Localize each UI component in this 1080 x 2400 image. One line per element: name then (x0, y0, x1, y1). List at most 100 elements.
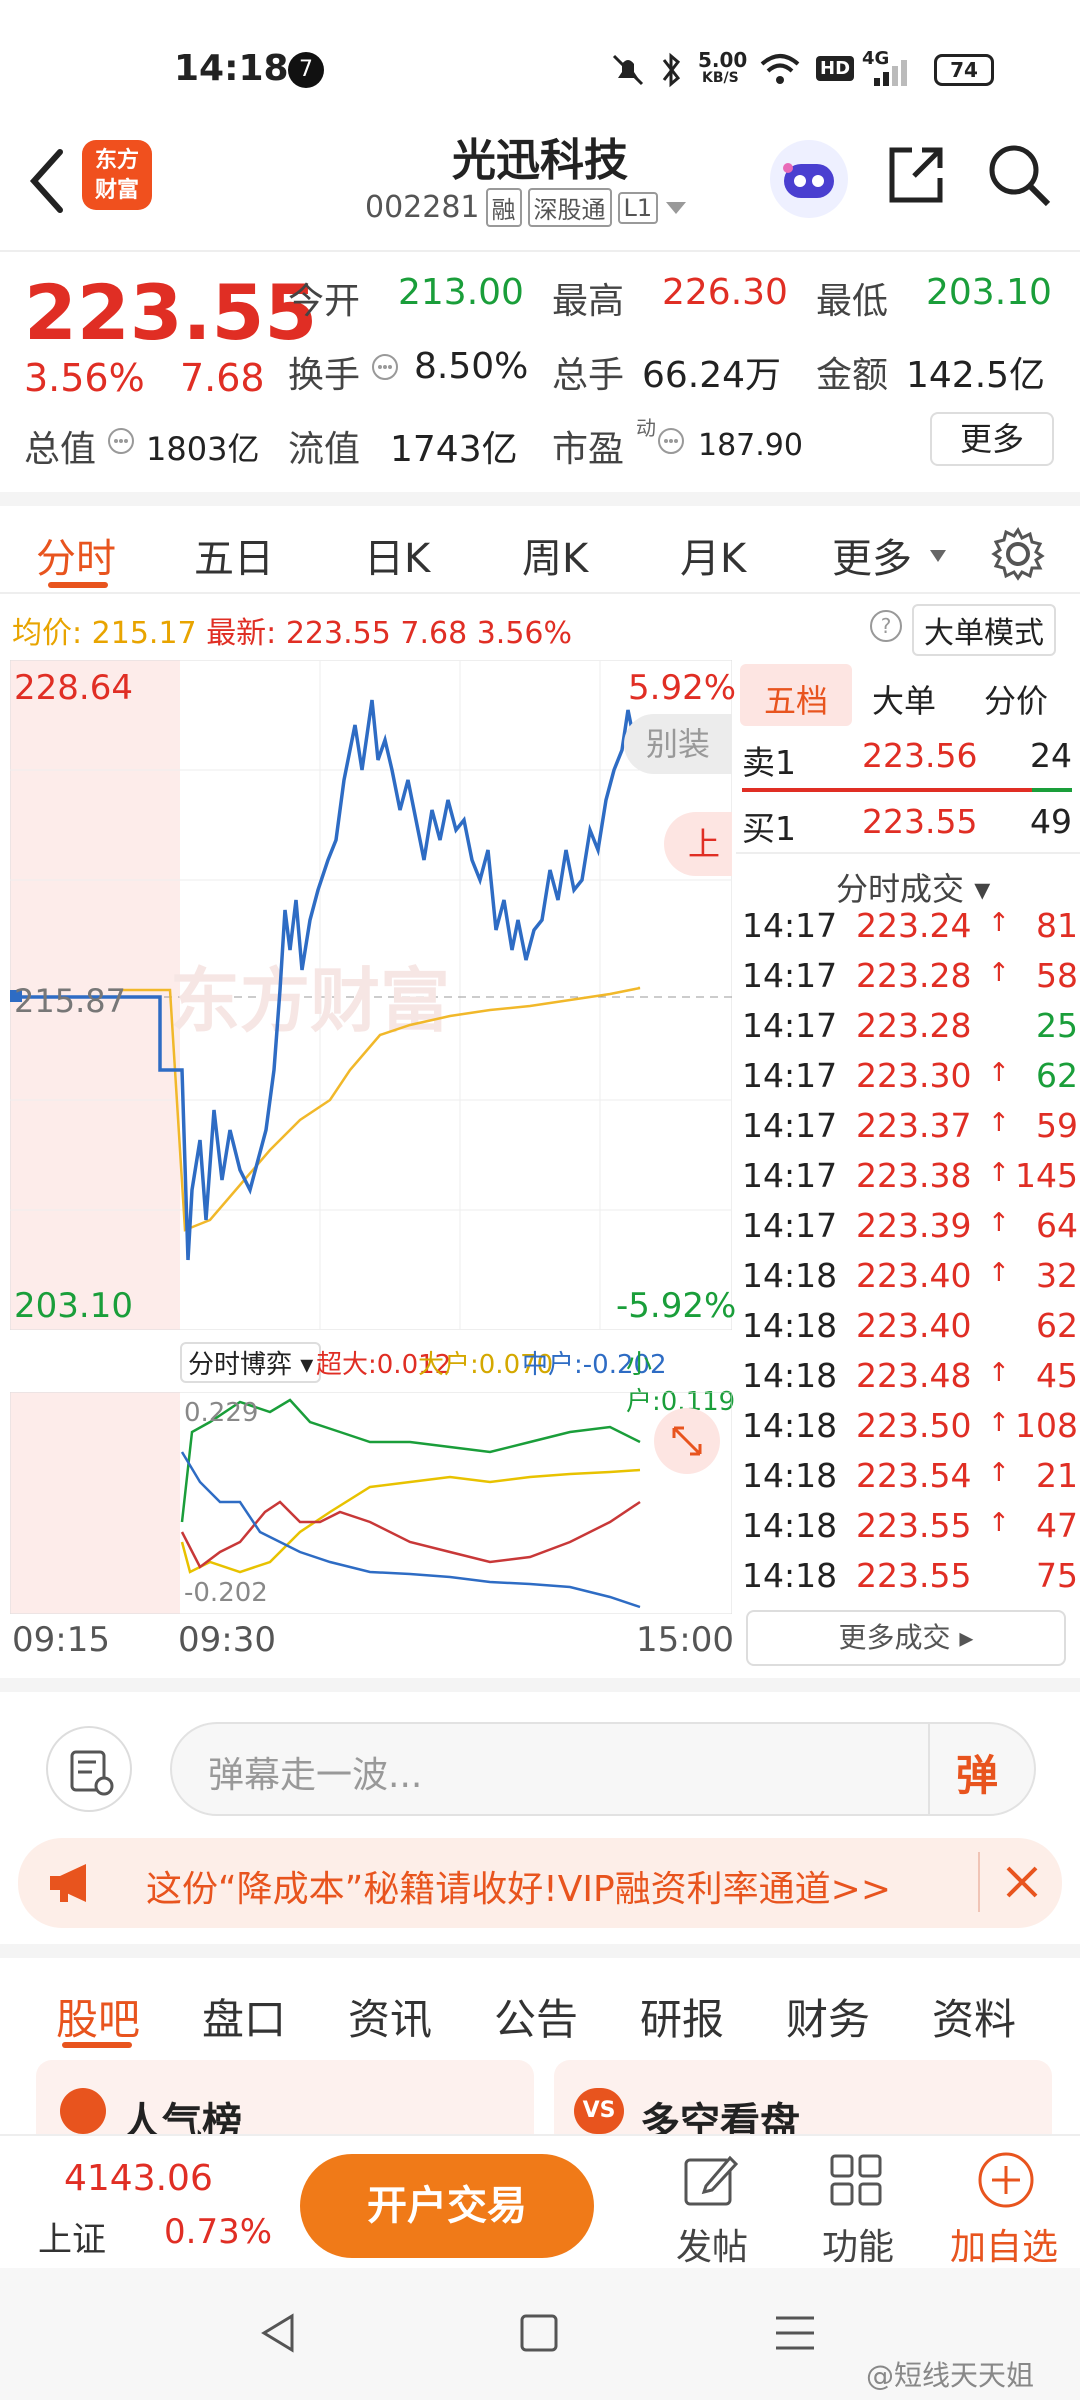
active-tab-indicator (48, 582, 108, 588)
tab-profile[interactable]: 资料 (932, 1986, 1016, 2047)
danmu-settings-icon[interactable] (46, 1726, 132, 1812)
trades-header[interactable]: 分时成交 ▾ (836, 864, 990, 910)
chart-bottom-pct: -5.92% (616, 1286, 737, 1326)
pe-dynamic-sup: 动 (636, 416, 656, 440)
more-trades-button[interactable]: 更多成交 ▸ (746, 1610, 1066, 1666)
trade-price: 223.55 (856, 1556, 972, 1595)
up-arrow-icon: ↑ (988, 1458, 1010, 1488)
trade-price: 223.50 (856, 1406, 972, 1445)
trade-row: 14:18 223.48 ↑ 45 (742, 1356, 1078, 1406)
functions-button[interactable]: 功能 (806, 2146, 906, 2268)
latest-change: 7.68 (400, 616, 468, 651)
tab-announcements[interactable]: 公告 (494, 1986, 578, 2047)
trade-row: 14:17 223.24 ↑ 81 (742, 906, 1078, 956)
trade-price: 223.40 (856, 1256, 972, 1295)
flow-mode-selector[interactable]: 分时博弈 ▾ (180, 1342, 322, 1383)
trade-time: 14:18 (742, 1306, 838, 1345)
trade-row: 14:18 223.40 ↑ 32 (742, 1256, 1078, 1306)
floating-up-tag[interactable]: 上 (664, 812, 732, 876)
close-icon[interactable] (1002, 1862, 1042, 1902)
tab-weekly-k[interactable]: 周K (522, 526, 588, 584)
info-dots-icon[interactable] (106, 426, 136, 456)
chart-mid-price: 215.87 (14, 982, 126, 1020)
bluetooth-icon (662, 52, 681, 88)
tab-stock-bar[interactable]: 股吧 (56, 1986, 140, 2047)
time-open-pre: 09:15 (12, 1620, 110, 1660)
popularity-card[interactable]: 人气榜 (36, 2060, 534, 2146)
time-close: 15:00 (636, 1620, 734, 1660)
tab-price-dist[interactable]: 分价 (984, 676, 1048, 722)
nav-back-icon[interactable] (254, 2308, 304, 2358)
add-watchlist-label: 加自选 (950, 2227, 1059, 2268)
trade-row: 14:17 223.28 25 (742, 1006, 1078, 1056)
big-flow-line (180, 1468, 641, 1574)
tab-five-day[interactable]: 五日 (194, 526, 274, 584)
community-tabs: 股吧 盘口 资讯 公告 研报 财务 资料 (0, 1944, 1080, 2054)
latest-value: 223.55 (285, 616, 391, 651)
help-icon[interactable]: ? (868, 608, 904, 644)
nav-menu-icon[interactable] (770, 2308, 820, 2358)
tab-intraday[interactable]: 分时 (36, 526, 116, 584)
float-cap-value: 1743亿 (390, 429, 518, 470)
ai-assistant-icon[interactable] (770, 140, 848, 218)
bid-label: 买1 (742, 809, 796, 848)
trade-time: 14:18 (742, 1506, 838, 1545)
flow-chart[interactable]: 0.229 -0.202 (9, 1391, 733, 1615)
time-axis: 09:15 09:30 15:00 (10, 1616, 734, 1666)
big-label: 大户: (418, 1350, 479, 1380)
dropdown-triangle-icon (666, 201, 687, 214)
trade-row: 14:17 223.28 ↑ 58 (742, 956, 1078, 1006)
trade-time: 14:17 (742, 1206, 838, 1245)
danmu-send-button[interactable]: 弹 (956, 1742, 998, 1803)
nav-home-icon[interactable] (514, 2308, 564, 2358)
trade-row: 14:17 223.38 ↑ 145 (742, 1156, 1078, 1206)
tab-research[interactable]: 研报 (640, 1986, 724, 2047)
trades-header-label: 分时成交 (836, 870, 965, 908)
tab-pankou[interactable]: 盘口 (202, 1986, 286, 2047)
gear-icon[interactable] (990, 526, 1046, 582)
up-arrow-icon: ↑ (988, 1058, 1010, 1088)
pe-label: 市盈 (552, 429, 625, 470)
index-pct: 0.73% (164, 2212, 273, 2252)
volume-value: 66.24万 (642, 355, 782, 396)
tab-daily-k[interactable]: 日K (364, 526, 430, 584)
trade-volume: 81 (1036, 906, 1078, 945)
expand-icon[interactable] (654, 1408, 720, 1474)
intraday-chart[interactable]: 东方财富 228.64 215.87 203.10 5.92% -5.92% 别… (10, 660, 736, 1330)
trade-price: 223.39 (856, 1206, 972, 1245)
trade-volume: 62 (1036, 1306, 1078, 1345)
tab-more[interactable]: 更多 (832, 526, 912, 584)
danmu-input[interactable]: 弹幕走一波... 弹 (170, 1722, 1036, 1816)
flow-mode-label: 分时博弈 (188, 1350, 293, 1380)
info-dots-icon[interactable] (370, 352, 400, 382)
trade-time: 14:17 (742, 1156, 838, 1195)
amount-value: 142.5亿 (906, 355, 1046, 396)
info-dots-icon[interactable] (656, 426, 686, 456)
weibo-watermark: @短线天天姐 (866, 2359, 1035, 2392)
promo-banner[interactable]: 这份“降成本”秘籍请收好!VIP融资利率通道>> (18, 1838, 1062, 1928)
tab-monthly-k[interactable]: 月K (680, 526, 746, 584)
ranking-icon (60, 2088, 106, 2134)
open-account-trade-button[interactable]: 开户交易 (300, 2154, 594, 2258)
post-label: 发帖 (676, 2227, 749, 2268)
trade-time: 14:18 (742, 1456, 838, 1495)
bull-bear-card[interactable]: VS 多空看盘 (554, 2060, 1052, 2146)
floating-tip-label[interactable]: 别装 (624, 714, 732, 774)
tab-big-orders[interactable]: 大单 (872, 676, 936, 722)
share-icon[interactable] (884, 142, 948, 206)
big-order-mode-button[interactable]: 大单模式 (912, 604, 1056, 656)
trade-volume: 75 (1036, 1556, 1078, 1595)
search-icon[interactable] (986, 142, 1052, 208)
more-quote-button[interactable]: 更多 (930, 412, 1054, 466)
stock-code-line[interactable]: 002281 融 深股通 L1 (365, 188, 688, 227)
add-watchlist-button[interactable]: 加自选 (946, 2146, 1066, 2268)
stock-code: 002281 (365, 190, 480, 225)
tab-financials[interactable]: 财务 (786, 1986, 870, 2047)
more-trades-label: 更多成交 (838, 1621, 951, 1654)
market-cap-label: 总值 (24, 429, 97, 470)
tab-news[interactable]: 资讯 (348, 1986, 432, 2047)
tab-five-level[interactable]: 五档 (764, 676, 828, 722)
post-button[interactable]: 发帖 (660, 2146, 760, 2268)
trade-volume: 59 (1036, 1106, 1078, 1145)
trade-volume: 145 (1015, 1156, 1078, 1195)
